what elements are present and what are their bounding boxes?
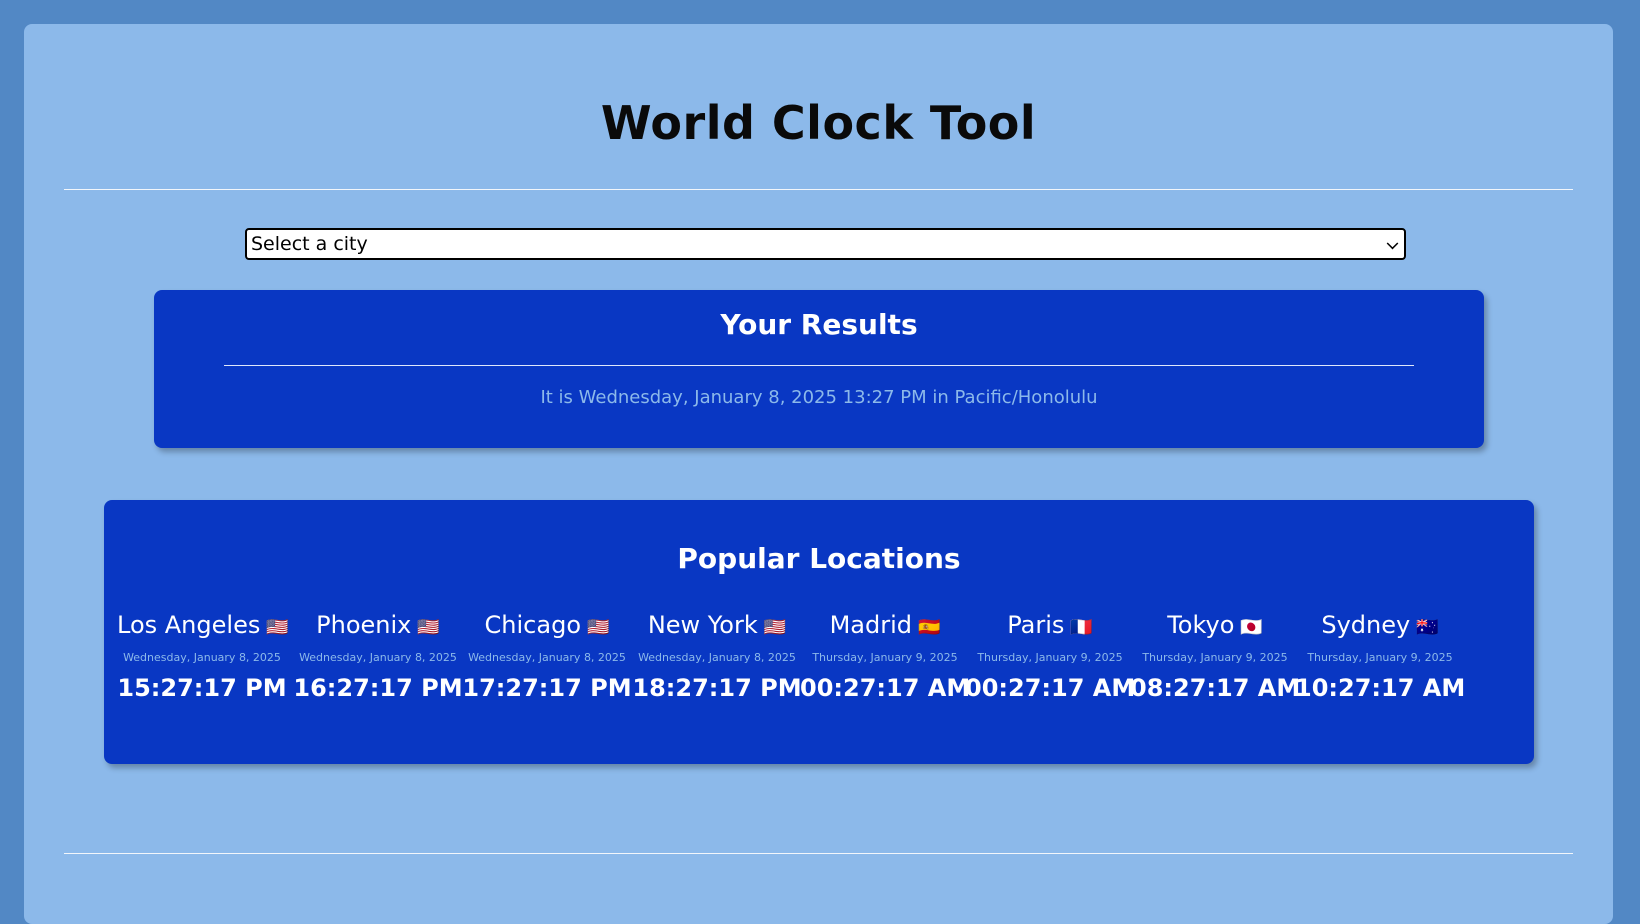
page-title: World Clock Tool [600, 96, 1037, 150]
location-date: Thursday, January 9, 2025 [977, 651, 1123, 664]
location-city: Los Angeles [117, 611, 261, 639]
location-card: New York 🇺🇸 Wednesday, January 8, 2025 18:2… [632, 610, 802, 703]
flag-icon: 🇺🇸 [417, 617, 440, 638]
flag-icon: 🇺🇸 [763, 617, 787, 638]
location-city: Chicago [484, 611, 582, 639]
location-card: Chicago 🇺🇸 Wednesday, January 8, 2025 17:27… [462, 610, 632, 703]
results-heading: Your Results [720, 308, 918, 341]
flag-icon: 🇺🇸 [266, 617, 289, 638]
location-city: Madrid [829, 611, 912, 639]
location-card: Sydney 🇦🇺 Thursday, January 9, 2025 10:27:1… [1295, 610, 1465, 703]
location-card: Tokyo 🇯🇵 Thursday, January 9, 2025 08:27:17… [1130, 610, 1300, 703]
city-select-value: Select a city [251, 233, 368, 255]
location-time: 16:27:17 PM [293, 674, 463, 702]
location-city-line: Chicago 🇺🇸 [462, 610, 632, 643]
flag-icon: 🇪🇸 [918, 617, 941, 638]
location-city-line: Madrid 🇪🇸 [800, 610, 970, 643]
location-date: Thursday, January 9, 2025 [812, 651, 958, 664]
result-text: It is Wednesday, January 8, 2025 13:27 P… [540, 387, 1098, 408]
location-card: Phoenix 🇺🇸 Wednesday, January 8, 2025 16:27… [293, 610, 463, 703]
main-container: World Clock Tool Select a city Your Resu… [24, 24, 1613, 924]
bottom-divider [64, 853, 1573, 854]
chevron-down-icon [1386, 237, 1399, 250]
flag-icon: 🇯🇵 [1240, 617, 1263, 638]
location-time: 10:27:17 AM [1295, 674, 1466, 702]
flag-icon: 🇺🇸 [587, 617, 610, 638]
location-city-line: Paris 🇫🇷 [965, 610, 1135, 643]
location-city-line: Los Angeles 🇺🇸 [117, 610, 289, 643]
popular-locations-panel: Popular Locations Los Angeles 🇺🇸 Wednesday… [104, 500, 1534, 764]
location-city: Sydney [1321, 611, 1411, 639]
location-date: Wednesday, January 8, 2025 [123, 651, 281, 664]
location-time: 00:27:17 AM [965, 674, 1136, 702]
location-city: Paris [1007, 611, 1065, 639]
location-date: Wednesday, January 8, 2025 [299, 651, 457, 664]
popular-heading: Popular Locations [677, 542, 961, 575]
location-time: 17:27:17 PM [462, 674, 632, 702]
location-card: Los Angeles 🇺🇸 Wednesday, January 8, 2025 1… [117, 610, 289, 703]
location-city-line: Tokyo 🇯🇵 [1130, 610, 1300, 643]
location-time: 08:27:17 AM [1130, 674, 1301, 702]
location-time: 18:27:17 PM [632, 674, 802, 702]
flag-icon: 🇦🇺 [1416, 617, 1439, 638]
location-city-line: Sydney 🇦🇺 [1295, 610, 1465, 643]
location-date: Thursday, January 9, 2025 [1307, 651, 1453, 664]
location-card: Madrid 🇪🇸 Thursday, January 9, 2025 00:27:1… [800, 610, 970, 703]
results-panel: Your Results It is Wednesday, January 8,… [154, 290, 1484, 448]
location-card: Paris 🇫🇷 Thursday, January 9, 2025 00:27:17… [965, 610, 1135, 703]
flag-icon: 🇫🇷 [1070, 617, 1093, 638]
location-date: Thursday, January 9, 2025 [1142, 651, 1288, 664]
location-city-line: New York 🇺🇸 [632, 610, 802, 643]
city-select[interactable]: Select a city [245, 228, 1406, 260]
results-divider [224, 365, 1414, 366]
location-date: Wednesday, January 8, 2025 [468, 651, 626, 664]
location-date: Wednesday, January 8, 2025 [638, 651, 796, 664]
location-city: Phoenix [316, 611, 412, 639]
location-time: 15:27:17 PM [117, 674, 287, 702]
locations-list: Los Angeles 🇺🇸 Wednesday, January 8, 2025 1… [116, 610, 1522, 710]
location-city-line: Phoenix 🇺🇸 [293, 610, 463, 643]
location-time: 00:27:17 AM [800, 674, 971, 702]
location-city: Tokyo [1167, 611, 1235, 639]
top-divider [64, 189, 1573, 190]
location-city: New York [647, 611, 758, 639]
